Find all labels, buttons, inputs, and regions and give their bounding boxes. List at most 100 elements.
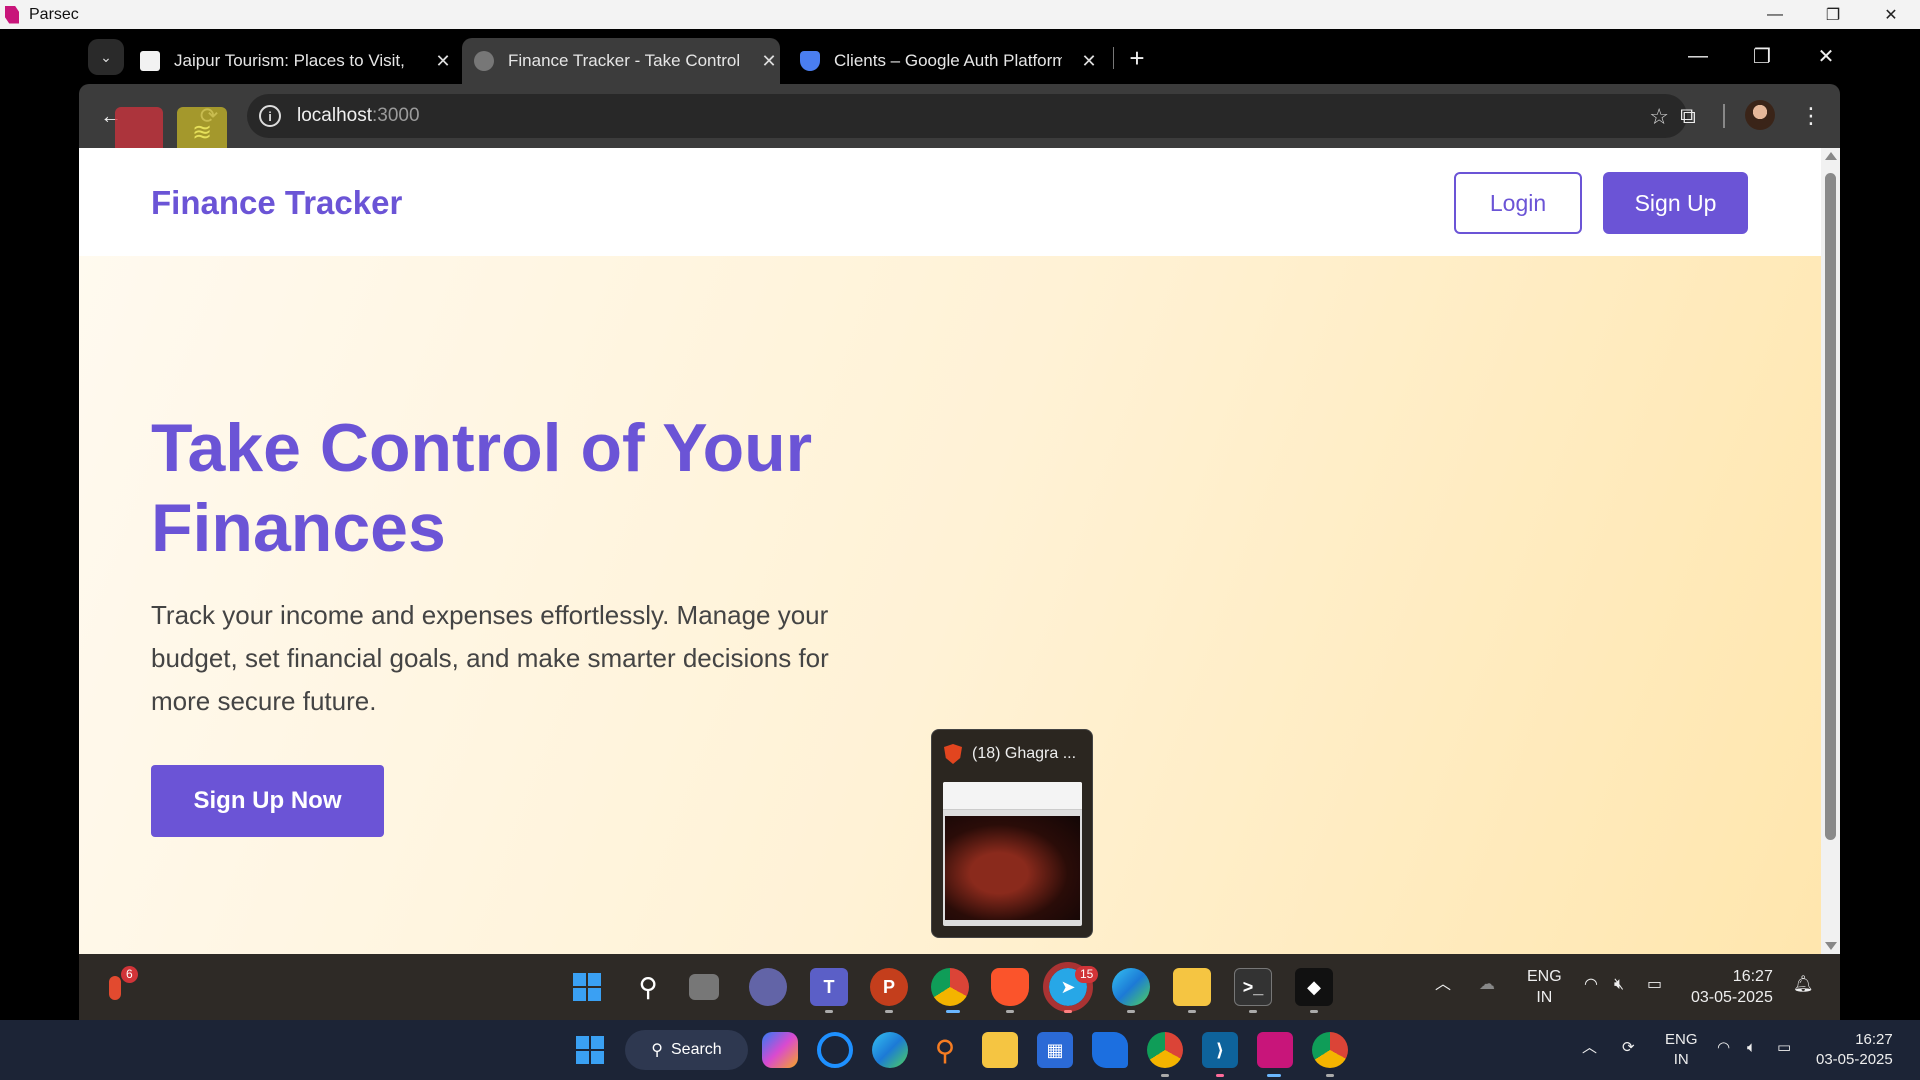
weather-badge: 6 [121,966,138,983]
chrome-minimize-button[interactable]: — [1666,29,1730,84]
local-file-explorer-icon[interactable] [982,1032,1018,1068]
tray-chevron-up-icon[interactable]: ︿ [1435,974,1451,995]
jaipur-favicon-icon [140,51,160,71]
shield-icon [800,51,820,71]
language-line2: IN [1536,989,1553,1006]
tab-google-auth-clients[interactable]: Clients – Google Auth Platform ✕ [800,38,1100,84]
chrome-icon[interactable] [931,968,969,1006]
login-button[interactable]: Login [1454,172,1582,234]
terminal-icon[interactable]: >_ [1234,968,1272,1006]
language-indicator[interactable]: ENG IN [1527,966,1562,1008]
local-start-icon[interactable] [572,1032,608,1068]
parsec-maximize-button[interactable]: ❐ [1804,0,1862,29]
vscode-icon[interactable]: ⟩ [1202,1032,1238,1068]
edge-running-indicator [1127,1010,1135,1013]
local-edge-icon[interactable] [872,1032,908,1068]
teams-icon[interactable]: T [810,968,848,1006]
preview-title: (18) Ghagra ... [972,745,1077,762]
battery-icon[interactable]: ▭ [1647,974,1662,995]
sync-icon[interactable]: ⟳ [1622,1038,1635,1058]
windows-logo-icon [573,973,601,1001]
bluestack-app-icon[interactable] [1092,1032,1128,1068]
signup-now-button[interactable]: Sign Up Now [151,765,384,837]
copilot-icon[interactable] [762,1032,798,1068]
scroll-up-arrow-icon[interactable] [1825,152,1837,160]
powerpoint-icon[interactable]: P [870,968,908,1006]
local-chrome-running-indicator [1161,1074,1169,1077]
chrome-maximize-button[interactable]: ❐ [1730,29,1794,84]
thumbnail-browser-bar [943,782,1082,810]
local-search-box[interactable]: ⚲ Search [625,1030,748,1070]
address-bar[interactable]: i localhost:3000 ☆ [247,94,1687,138]
local-chrome-profile-icon[interactable] [1312,1032,1348,1068]
tab-jaipur-tourism[interactable]: Jaipur Tourism: Places to Visit, S ✕ [140,38,454,84]
local-tray-chevron-up-icon[interactable]: ︿ [1582,1038,1597,1058]
clock[interactable]: 16:27 03-05-2025 [1691,966,1773,1008]
preview-header: (18) Ghagra ... [932,730,1092,764]
local-battery-icon[interactable]: ▭ [1777,1038,1791,1058]
url-host: localhost [297,105,372,126]
muted-speaker-icon[interactable]: 🔇︎ [1614,974,1624,995]
tab-search-button[interactable]: ⌄ [88,39,124,75]
magnifier-app-icon[interactable]: ⚲ [927,1032,963,1068]
preview-thumbnail[interactable] [943,782,1082,926]
powerpoint-running-indicator [885,1010,893,1013]
file-explorer-icon[interactable] [1173,968,1211,1006]
language-line2: IN [1673,1051,1689,1068]
local-wifi-icon[interactable]: ◠ [1717,1038,1730,1058]
tab-finance-tracker[interactable]: Finance Tracker - Take Control o ✕ [462,38,780,84]
weather-icon[interactable] [109,976,121,1000]
notification-bell-icon[interactable]: 🔔︎ [1793,974,1813,995]
new-tab-button[interactable]: + [1122,43,1152,73]
cortana-icon[interactable] [817,1032,853,1068]
wifi-icon[interactable]: ◠ [1584,974,1598,995]
local-parsec-icon[interactable] [1257,1032,1293,1068]
task-view-icon[interactable] [689,974,719,1000]
bookmark-star-icon[interactable]: ☆ [1649,104,1669,130]
clock-time: 16:27 [1732,968,1773,985]
brave-taskbar-icon[interactable] [991,968,1029,1006]
edge-icon[interactable] [1112,968,1150,1006]
telegram-running-indicator [1064,1010,1072,1013]
signup-button[interactable]: Sign Up [1603,172,1748,234]
tab-close-icon[interactable]: ✕ [758,50,780,72]
teams-running-indicator [825,1010,833,1013]
parsec-close-button[interactable]: ✕ [1862,0,1920,29]
meet-icon[interactable] [749,968,787,1006]
site-brand[interactable]: Finance Tracker [151,184,402,222]
search-icon: ⚲ [651,1042,663,1059]
chrome-menu-icon[interactable]: ⋮ [1793,98,1829,134]
chrome-window-controls: — ❐ ✕ [1666,29,1858,84]
tab-close-icon[interactable]: ✕ [1078,50,1100,72]
url-text[interactable]: localhost:3000 [297,105,420,127]
onedrive-icon[interactable]: ☁ [1479,974,1495,995]
url-port: :3000 [372,105,420,126]
page-scrollbar[interactable] [1821,148,1840,954]
extensions-icon[interactable]: ⧉ [1670,98,1706,134]
tab-close-icon[interactable]: ✕ [432,50,454,72]
scroll-thumb[interactable] [1825,173,1836,840]
app-cube-icon[interactable]: ◆ [1295,968,1333,1006]
store-icon[interactable]: ▦ [1037,1032,1073,1068]
start-icon[interactable] [568,968,606,1006]
local-chrome-icon[interactable] [1147,1032,1183,1068]
taskbar-window-preview[interactable]: (18) Ghagra ... [931,729,1093,938]
globe-icon [474,51,494,71]
profile-avatar[interactable] [1745,100,1775,130]
parsec-logo-icon [5,5,19,24]
site-header: Finance Tracker Login Sign Up [79,148,1821,256]
clock-date: 03-05-2025 [1691,989,1773,1006]
brave-running-indicator [1006,1010,1014,1013]
brave-icon [944,744,962,764]
chrome-close-button[interactable]: ✕ [1794,29,1858,84]
local-language-indicator[interactable]: ENG IN [1665,1030,1698,1070]
local-clock[interactable]: 16:27 03-05-2025 [1816,1030,1893,1070]
search-icon[interactable]: ⚲ [629,968,667,1006]
site-info-icon[interactable]: i [259,105,281,127]
hero-title: Take Control of Your Finances [151,410,813,566]
speaker-icon[interactable]: 🔈︎ [1747,1038,1756,1058]
thumbnail-video [945,816,1080,920]
parsec-window-controls: — ❐ ✕ [1746,0,1920,29]
scroll-down-arrow-icon[interactable] [1825,942,1837,950]
parsec-minimize-button[interactable]: — [1746,0,1804,29]
